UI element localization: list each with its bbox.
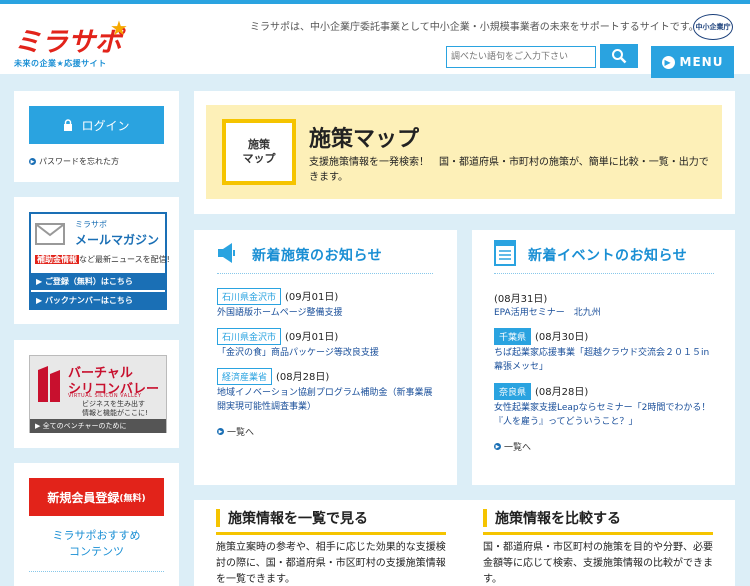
list-section-text: 施策立案時の参考や、相手に応じた効果的な支援検討の際に、国・都道府県・市区町村の… (216, 542, 446, 585)
list-section-heading[interactable]: 施策情報を一覧で見る (216, 508, 368, 528)
silicon-valley-link[interactable]: ▶ 全てのベンチャーのために (30, 419, 166, 433)
news-item-2-tag[interactable]: 石川県金沢市 (217, 328, 282, 345)
event-item-1-meta: (08月31日) (494, 290, 547, 305)
news-more-link[interactable]: ▶ 一覧へ (217, 425, 254, 438)
forgot-password-link[interactable]: ▶ パスワードを忘れた方 (29, 156, 119, 167)
events-more-link[interactable]: ▶ 一覧へ (494, 440, 531, 453)
heading-marker (216, 509, 220, 527)
events-divider (494, 273, 714, 274)
silicon-valley-banner[interactable]: バーチャル シリコンバレー VIRTUAL SILICON VALLEY ビジネ… (29, 355, 167, 433)
silicon-valley-en: VIRTUAL SILICON VALLEY (68, 393, 142, 399)
heading-marker (483, 509, 487, 527)
recommend-heading: ミラサポおすすめ コンテンツ (29, 528, 164, 560)
site-header: ミラサポ ★ 未来の企業★応援サイト ミラサポは、中小企業庁委託事業として中小企… (0, 4, 750, 78)
chevron-right-icon: ▶ (494, 443, 501, 450)
news-item-1-tag[interactable]: 石川県金沢市 (217, 288, 282, 305)
building-icon (38, 366, 60, 402)
map-icon: 施策 マップ (222, 119, 296, 185)
event-item-2-link[interactable]: ちば起業家応援事業「超越クラウド交流会２０１５in幕張メッセ」 (494, 346, 716, 374)
news-item-1-date: (09月01日) (285, 292, 339, 303)
register-button[interactable]: 新規会員登録 (無料) (29, 478, 164, 516)
search-button[interactable] (600, 44, 638, 68)
envelope-icon (35, 223, 65, 245)
event-item-1-date: (08月31日) (494, 294, 548, 305)
agency-logo[interactable]: 中小企業庁 (693, 14, 733, 40)
compare-section-title: 施策情報を比較する (495, 511, 621, 527)
lock-icon (64, 119, 73, 131)
mail-magazine-banner[interactable]: ミラサポ メールマガジン 補助金情報 など最新ニュースを配信! ▶ ご登録（無料）… (29, 212, 170, 310)
recommend-line-1: ミラサポおすすめ (52, 529, 141, 542)
news-item-1-meta: 石川県金沢市 (09月01日) (217, 288, 338, 305)
login-button[interactable]: ログイン (29, 106, 164, 144)
site-logo[interactable]: ミラサポ ★ 未来の企業★応援サイト (14, 16, 128, 70)
forgot-password-label: パスワードを忘れた方 (39, 157, 119, 166)
event-item-2-meta: 千葉県 (08月30日) (494, 328, 588, 345)
news-divider (217, 273, 433, 274)
event-item-3-meta: 奈良県 (08月28日) (494, 383, 588, 400)
menu-button[interactable]: ▶ MENU (651, 46, 734, 78)
news-item-3-meta: 経済産業省 (08月28日) (217, 368, 329, 385)
policy-map-title: 施策マップ (309, 127, 420, 152)
event-item-2-tag[interactable]: 千葉県 (494, 328, 532, 345)
mail-magazine-brand: ミラサポ (75, 220, 107, 229)
news-item-2-meta: 石川県金沢市 (09月01日) (217, 328, 338, 345)
event-item-3-link[interactable]: 女性起業家支援Leapならセミナー「2時間でわかる！『人を雇う』ってどういうこと… (494, 401, 716, 429)
chevron-right-icon: ▶ (661, 55, 675, 69)
logo-subtitle: 未来の企業★応援サイト (14, 59, 107, 68)
search-icon (612, 49, 627, 64)
silicon-valley-desc: ビジネスを生み出す 情報と機能がここに! (82, 400, 148, 418)
news-more-label: 一覧へ (227, 428, 255, 438)
register-free-label: (無料) (119, 493, 146, 504)
recommend-divider (29, 571, 164, 572)
mail-magazine-desc-text: など最新ニュースを配信! (79, 255, 170, 264)
news-item-3-tag[interactable]: 経済産業省 (217, 368, 273, 385)
mail-magazine-title: メールマガジン (75, 233, 160, 247)
recommend-line-2: コンテンツ (69, 545, 124, 558)
compare-section-rule (483, 532, 713, 535)
list-section-rule (216, 532, 446, 535)
event-item-2-date: (08月30日) (535, 332, 589, 343)
news-item-2-date: (09月01日) (285, 332, 339, 343)
map-icon-line-2: マップ (242, 152, 276, 165)
chevron-right-icon: ▶ (29, 158, 36, 165)
news-item-1-link[interactable]: 外国語版ホームページ整備支援 (217, 306, 437, 320)
site-tagline: ミラサポは、中小企業庁委託事業として中小企業・小規模事業者の未来をサポートするサ… (250, 22, 699, 33)
document-icon (494, 240, 516, 266)
event-item-3-date: (08月28日) (535, 387, 589, 398)
search-input[interactable] (446, 46, 596, 68)
silicon-valley-desc-2: 情報と機能がここに! (82, 409, 148, 417)
events-more-label: 一覧へ (504, 443, 532, 453)
map-icon-line-1: 施策 (248, 138, 270, 151)
news-item-3-link[interactable]: 地域イノベーション協創プログラム補助金（新事業展開実現可能性調査事業） (217, 386, 437, 414)
mail-register-link[interactable]: ▶ ご登録（無料）はこちら (31, 273, 165, 290)
star-icon: ★ (110, 16, 128, 40)
news-item-2-link[interactable]: 「金沢の食」商品パッケージ等改良支援 (217, 346, 437, 360)
chevron-right-icon: ▶ (217, 428, 224, 435)
news-item-3-date: (08月28日) (276, 372, 330, 383)
compare-section-text: 国・都道府県・市区町村の施策を目的や分野、必要金額等に応じて検索、支援施策情報の… (483, 542, 713, 585)
event-item-3-tag[interactable]: 奈良県 (494, 383, 532, 400)
compare-section-heading[interactable]: 施策情報を比較する (483, 508, 621, 528)
policy-map-desc: 支援施策情報を一発検索！ 国・都道府県・市町村の施策が、簡単に比較・一覧・出力で… (309, 157, 709, 183)
event-item-1-link[interactable]: EPA活用セミナー 北九州 (494, 306, 716, 320)
menu-label: MENU (679, 55, 724, 69)
news-title: 新着施策のお知らせ (252, 248, 383, 264)
logo-text: ミラサポ (14, 27, 122, 58)
login-label: ログイン (81, 118, 130, 133)
mail-magazine-desc: 補助金情報 など最新ニュースを配信! (35, 254, 170, 265)
silicon-valley-desc-1: ビジネスを生み出す (82, 400, 145, 408)
events-title: 新着イベントのお知らせ (528, 248, 688, 264)
register-label: 新規会員登録 (47, 490, 120, 505)
subsidy-highlight: 補助金情報 (35, 255, 79, 264)
mail-backnumber-link[interactable]: ▶ バックナンバーはこちら (31, 292, 165, 308)
megaphone-icon (218, 243, 235, 263)
list-section-title: 施策情報を一覧で見る (228, 511, 368, 527)
policy-map-banner[interactable]: 施策 マップ 施策マップ 支援施策情報を一発検索！ 国・都道府県・市町村の施策が… (206, 105, 722, 199)
